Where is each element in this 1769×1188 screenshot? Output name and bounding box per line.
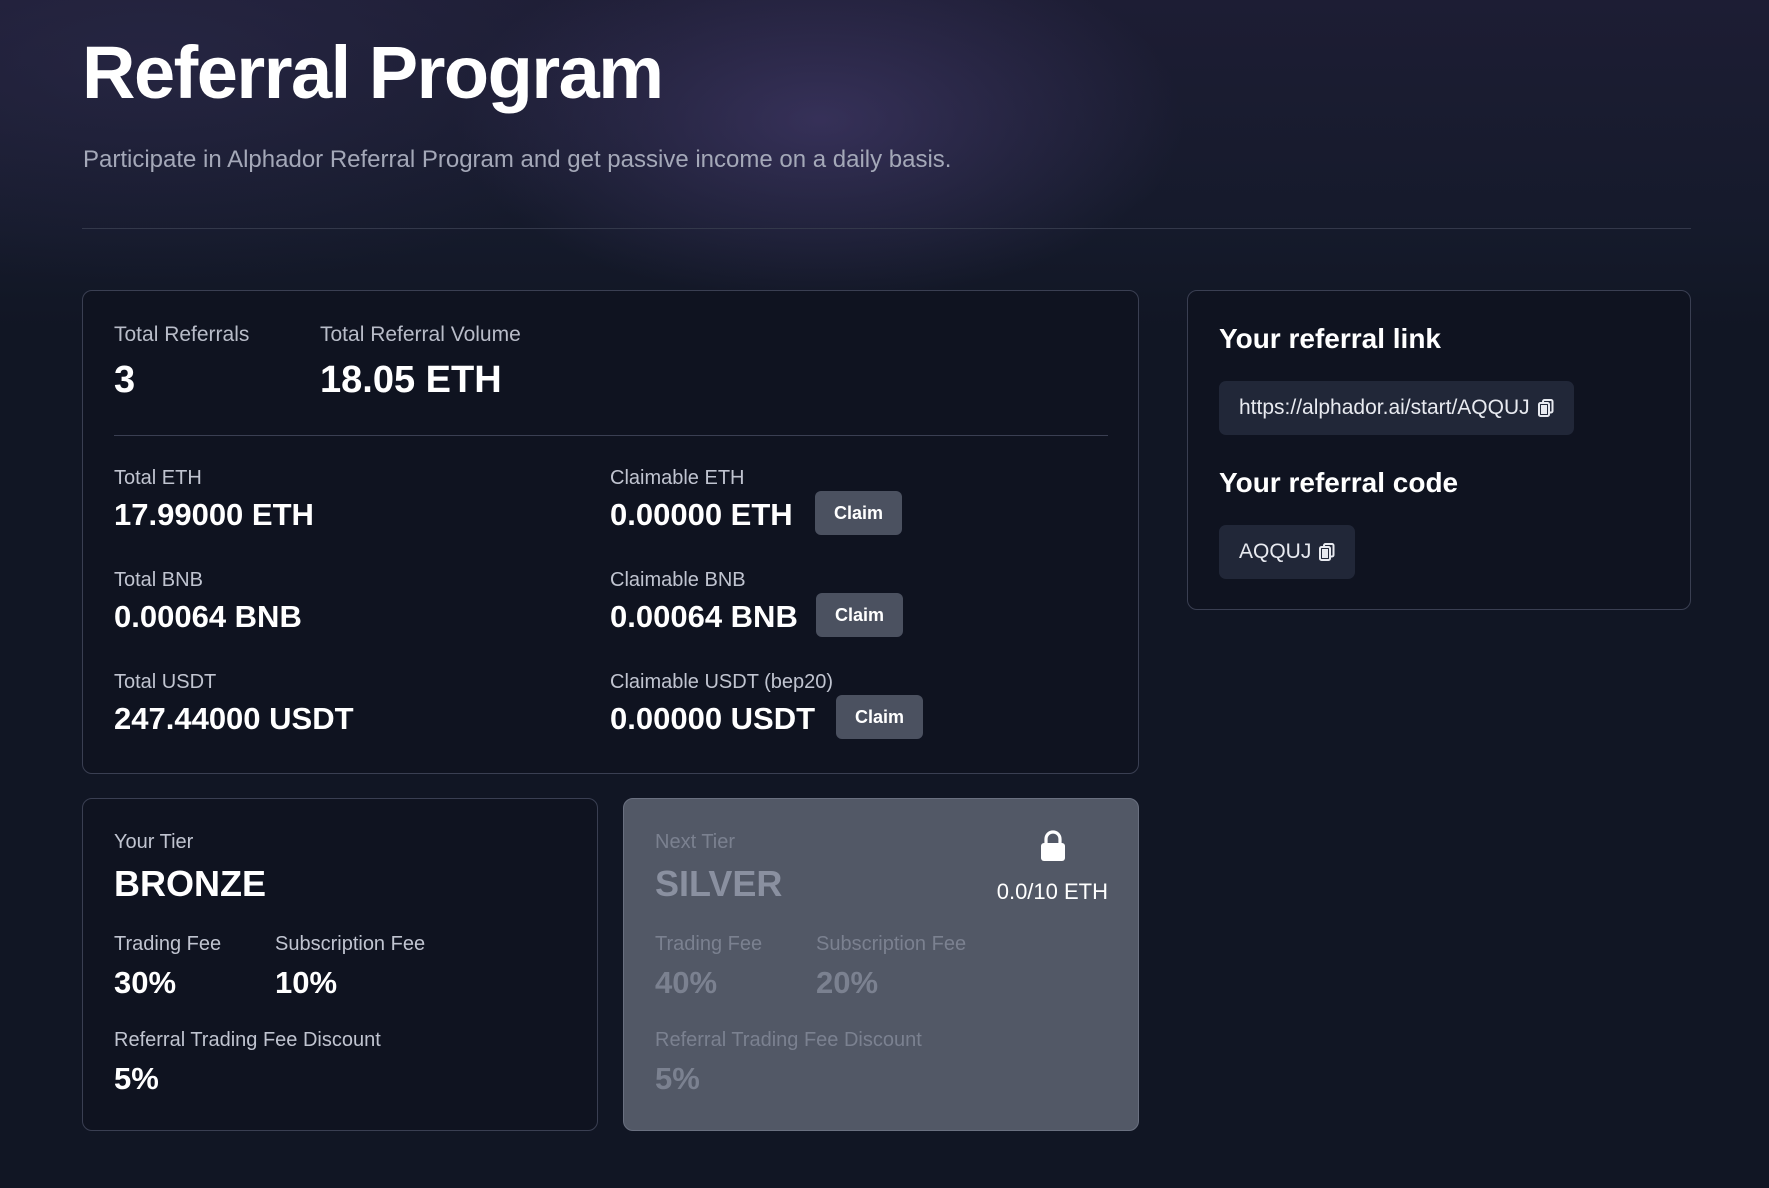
current-tier-name: BRONZE	[114, 863, 266, 904]
trading-fee-label: Trading Fee	[114, 933, 222, 955]
total-referral-volume-value: 18.05 ETH	[320, 359, 502, 401]
current-tier-card: Your Tier BRONZE Trading Fee 30% Subscri…	[82, 798, 598, 1131]
next-tier-name: SILVER	[655, 863, 783, 904]
next-trading-fee-value: 40%	[655, 965, 718, 1000]
total-usdt-label: Total USDT	[114, 671, 217, 693]
referral-code-copy[interactable]: AQQUJ	[1219, 525, 1356, 579]
claim-eth-button[interactable]: Claim	[815, 491, 903, 535]
claimable-bnb-value: 0.00064 BNB	[610, 599, 798, 634]
next-trading-fee-label: Trading Fee	[655, 933, 763, 955]
lock-icon	[1038, 829, 1068, 863]
referral-stats-card: Total Referrals 3 Total Referral Volume …	[82, 290, 1139, 774]
claim-bnb-button[interactable]: Claim	[816, 593, 904, 637]
total-usdt-value: 247.44000 USDT	[114, 701, 354, 736]
subscription-fee-value: 10%	[275, 965, 338, 1000]
referral-link-heading: Your referral link	[1219, 323, 1442, 354]
total-referrals-label: Total Referrals	[114, 323, 250, 346]
header-divider	[82, 228, 1691, 229]
next-referral-discount-label: Referral Trading Fee Discount	[655, 1029, 922, 1051]
total-eth-value: 17.99000 ETH	[114, 497, 314, 532]
referral-code-text: AQQUJ	[1239, 540, 1312, 563]
page-title: Referral Program	[82, 31, 664, 114]
referral-discount-value: 5%	[114, 1061, 159, 1096]
claimable-eth-label: Claimable ETH	[610, 467, 745, 489]
referral-page: Referral Program Participate in Alphador…	[0, 0, 1769, 1188]
referral-code-heading: Your referral code	[1219, 467, 1459, 498]
claim-usdt-button[interactable]: Claim	[836, 695, 924, 739]
copy-icon	[1319, 543, 1335, 561]
claimable-eth-value: 0.00000 ETH	[610, 497, 793, 532]
copy-icon	[1537, 399, 1554, 417]
referral-link-card: Your referral link https://alphador.ai/s…	[1187, 290, 1691, 610]
total-referral-volume-label: Total Referral Volume	[320, 323, 521, 346]
claimable-usdt-label: Claimable USDT (bep20)	[610, 671, 834, 693]
total-eth-label: Total ETH	[114, 467, 202, 489]
referral-link-text: https://alphador.ai/start/AQQUJ	[1239, 396, 1530, 419]
page-subtitle: Participate in Alphador Referral Program…	[83, 146, 952, 173]
tier-progress-text: 0.0/10 ETH	[996, 879, 1108, 904]
current-tier-label: Your Tier	[114, 831, 194, 853]
claimable-bnb-label: Claimable BNB	[610, 569, 746, 591]
next-referral-discount-value: 5%	[655, 1061, 700, 1096]
subscription-fee-label: Subscription Fee	[275, 933, 426, 955]
total-bnb-label: Total BNB	[114, 569, 203, 591]
next-subscription-fee-label: Subscription Fee	[816, 933, 967, 955]
next-tier-label: Next Tier	[655, 831, 736, 853]
next-tier-card: Next Tier SILVER 0.0/10 ETH Trading Fee …	[623, 798, 1139, 1131]
trading-fee-value: 30%	[114, 965, 177, 1000]
stats-divider	[114, 435, 1108, 436]
referral-link-copy[interactable]: https://alphador.ai/start/AQQUJ	[1219, 381, 1574, 435]
total-referrals-value: 3	[114, 359, 136, 401]
total-bnb-value: 0.00064 BNB	[114, 599, 302, 634]
referral-discount-label: Referral Trading Fee Discount	[114, 1029, 381, 1051]
claimable-usdt-value: 0.00000 USDT	[610, 701, 816, 736]
next-subscription-fee-value: 20%	[816, 965, 879, 1000]
